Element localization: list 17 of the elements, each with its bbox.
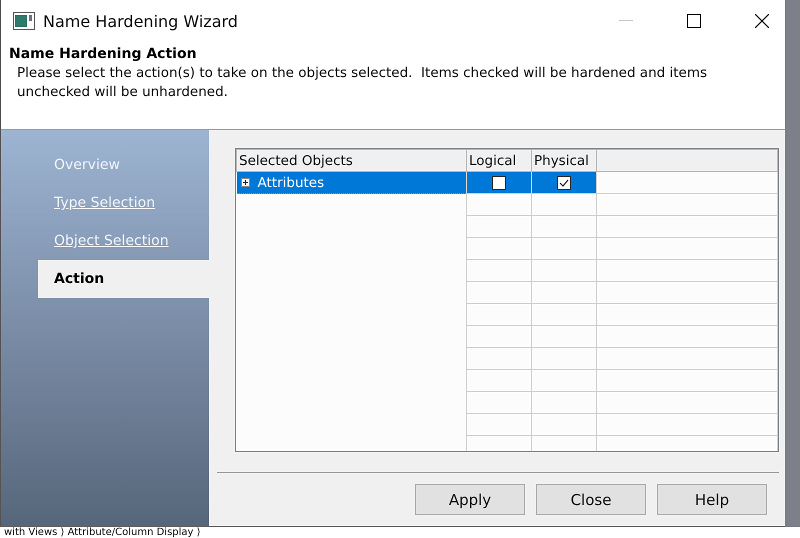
page-title: Name Hardening Action <box>9 46 198 62</box>
page-description: Please select the action(s) to take on the objects selected. Items checked will be hardened and items unchecked will be unhardened. <box>16 64 708 102</box>
dialog-button[interactable]: Close <box>536 484 646 515</box>
step-item[interactable]: Action <box>38 260 209 298</box>
expand-icon[interactable] <box>240 178 250 187</box>
maximize-icon[interactable] <box>687 14 701 28</box>
background-window-text: with Views ⟩ Attribute/Column Display ⟩ <box>4 527 201 538</box>
dialog-button[interactable]: Apply <box>415 484 525 515</box>
close-icon[interactable] <box>755 14 769 28</box>
window-title: Name Hardening Wizard <box>43 12 239 30</box>
checkbox[interactable] <box>492 176 506 190</box>
checkbox[interactable] <box>557 176 571 190</box>
dialog-button[interactable]: Help <box>657 484 767 515</box>
column-header[interactable]: Logical <box>466 150 532 172</box>
column-header[interactable]: Selected Objects <box>236 150 466 172</box>
app-icon <box>13 12 35 30</box>
column-header[interactable]: Physical <box>532 150 596 172</box>
